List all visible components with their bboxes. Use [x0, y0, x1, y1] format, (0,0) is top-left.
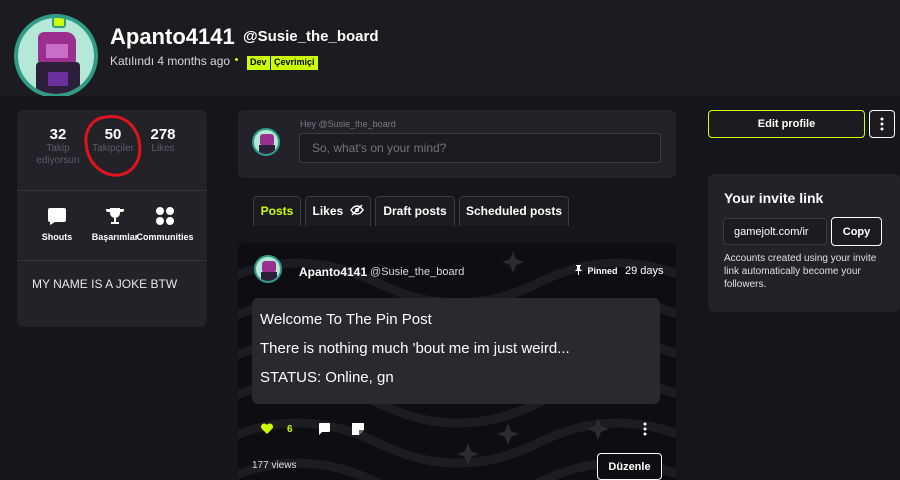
profile-more-button[interactable] [869, 110, 895, 138]
profile-username: Apanto4141 [110, 24, 235, 49]
post-age: 29 days [625, 265, 664, 277]
tab-draft-posts[interactable]: Draft posts [375, 196, 455, 226]
invite-description: Accounts created using your invite link … [724, 253, 877, 290]
profile-header: Apanto4141 @Susie_the_board Katılındı 4 … [0, 0, 900, 98]
copy-invite-button[interactable]: Copy [831, 217, 882, 246]
comment-icon[interactable] [317, 421, 331, 437]
following-stat[interactable]: 32 Takip ediyorsun [35, 126, 81, 167]
pin-icon [575, 265, 582, 275]
like-count: 6 [287, 424, 293, 435]
avatar-frame-crown-icon [52, 18, 66, 28]
profile-handle: @Susie_the_board [243, 28, 379, 45]
invite-link-field[interactable] [723, 218, 827, 245]
divider [17, 260, 207, 261]
online-badge: Çevrimiçi [271, 56, 318, 70]
joined-date: Katılındı 4 months ago [110, 54, 231, 68]
more-options-icon[interactable] [642, 421, 648, 437]
tab-posts[interactable]: Posts [253, 196, 301, 226]
separator-dot [235, 58, 238, 61]
communities-icon [156, 207, 174, 225]
sticker-icon[interactable] [351, 421, 365, 437]
divider [17, 190, 207, 191]
profile-bio: MY NAME IS A JOKE BTW [32, 277, 178, 291]
edit-profile-button[interactable]: Edit profile [708, 110, 865, 138]
post-line: STATUS: Online, gn [260, 369, 394, 386]
post-author-name[interactable]: Apanto4141 [299, 265, 367, 279]
tab-scheduled-posts[interactable]: Scheduled posts [459, 196, 569, 226]
communities-label: Communities [136, 232, 194, 242]
invite-link-card: Your invite link Copy Accounts created u… [708, 174, 900, 312]
compose-input[interactable] [299, 133, 661, 163]
more-options-icon [880, 117, 884, 131]
eye-off-icon [349, 204, 364, 216]
composer-avatar [252, 128, 280, 156]
likes-label: Likes [151, 143, 175, 154]
invite-title: Your invite link [724, 190, 824, 206]
post-content: Welcome To The Pin Post There is nothing… [252, 298, 660, 404]
composer-greeting: Hey @Susie_the_board [300, 119, 396, 129]
edit-post-button[interactable]: Düzenle [597, 453, 662, 480]
like-heart-icon[interactable] [260, 421, 274, 437]
pinned-post-card[interactable]: Apanto4141 @Susie_the_board Pinned 29 da… [238, 243, 676, 480]
post-author-avatar[interactable] [254, 255, 282, 283]
likes-stat[interactable]: 278 Likes [147, 126, 179, 155]
following-label: Takip ediyorsun [36, 143, 80, 166]
dev-badge: Dev [247, 56, 270, 70]
communities-link[interactable]: Communities [135, 206, 195, 242]
shouts-label: Shouts [41, 232, 73, 242]
view-count: 177 views [252, 460, 297, 471]
post-line: Welcome To The Pin Post [260, 311, 432, 328]
likes-count: 278 [150, 126, 176, 143]
pinned-indicator: Pinned [574, 265, 618, 276]
post-actions: 6 [260, 421, 660, 439]
shouts-link[interactable]: Shouts [41, 206, 73, 242]
profile-avatar[interactable] [14, 14, 98, 98]
post-line: There is nothing much 'bout me im just w… [260, 340, 570, 357]
following-count: 32 [49, 126, 67, 143]
post-composer: Hey @Susie_the_board [238, 110, 676, 178]
trophy-icon [106, 208, 124, 224]
post-author-handle: @Susie_the_board [370, 266, 465, 278]
tab-likes[interactable]: Likes [305, 196, 371, 226]
tab-likes-label: Likes [312, 204, 344, 218]
shout-bubble-icon [48, 208, 66, 225]
pinned-label: Pinned [587, 266, 618, 276]
achievements-label: Başarımlar [91, 232, 139, 242]
